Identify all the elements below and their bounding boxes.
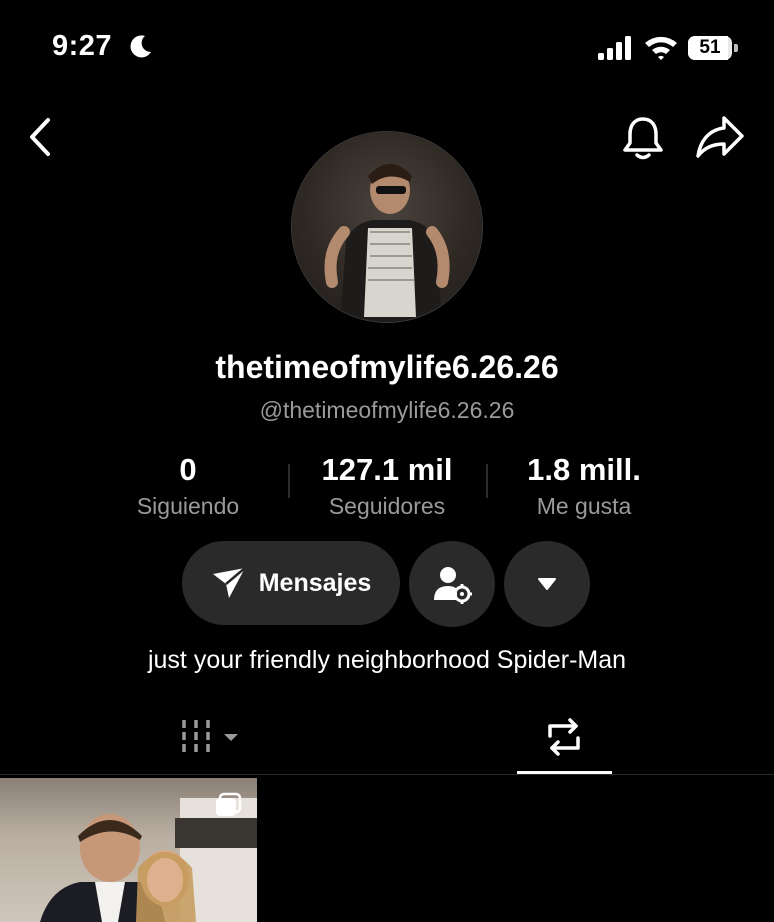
wifi-icon	[645, 36, 677, 60]
bell-icon[interactable]	[620, 114, 666, 162]
status-time: 9:27	[52, 30, 113, 62]
profile-avatar[interactable]	[292, 132, 482, 322]
send-icon	[212, 567, 246, 598]
grid-icon[interactable]	[182, 718, 242, 756]
signal-icon	[598, 36, 631, 60]
messages-button[interactable]: Mensajes	[182, 541, 400, 625]
moon-icon	[130, 35, 151, 58]
avatar-person-icon	[324, 164, 450, 322]
display-name: thetimeofmylife6.26.26	[215, 349, 559, 385]
follow-settings-button[interactable]	[409, 541, 495, 627]
repost-icon[interactable]	[542, 718, 586, 756]
back-chevron-icon[interactable]	[24, 116, 58, 158]
profile-bio: just your friendly neighborhood Spider-M…	[147, 646, 627, 674]
stat-value: 1.8 mill.	[527, 452, 641, 487]
dropdown-triangle-icon	[538, 578, 556, 590]
stat-following[interactable]: 0 Siguiendo	[88, 453, 288, 520]
share-arrow-icon[interactable]	[694, 114, 746, 160]
stat-label: Siguiendo	[136, 493, 240, 519]
stat-value: 0	[179, 452, 197, 487]
username-handle: @thetimeofmylife6.26.26	[259, 397, 515, 423]
battery-icon: 51	[688, 36, 738, 60]
stat-label: Me gusta	[536, 493, 632, 519]
stat-value: 127.1 mil	[321, 452, 453, 487]
battery-level: 51	[699, 37, 721, 58]
person-settings-icon	[434, 567, 472, 604]
stat-followers[interactable]: 127.1 mil Seguidores	[287, 453, 487, 520]
tabs-divider	[0, 774, 774, 775]
more-options-button[interactable]	[504, 541, 590, 627]
messages-label: Mensajes	[258, 568, 372, 597]
stat-likes[interactable]: 1.8 mill. Me gusta	[484, 453, 684, 520]
stat-label: Seguidores	[328, 493, 446, 519]
multi-photo-icon	[216, 792, 242, 816]
